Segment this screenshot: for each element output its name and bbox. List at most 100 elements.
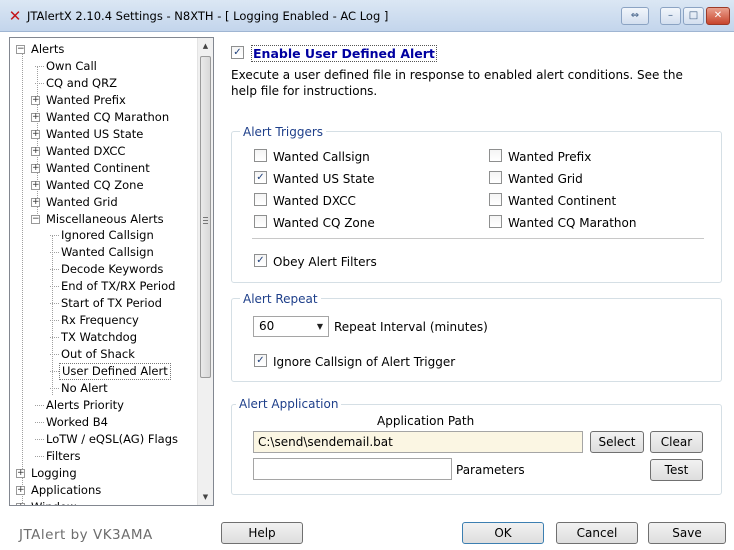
tree-item-no-alert[interactable]: No Alert [10,380,196,397]
wanted-cq-marathon-label: Wanted CQ Marathon [508,216,637,230]
wanted-cq-zone-checkbox[interactable] [254,215,267,228]
tree-item-alerts[interactable]: − Alerts [10,41,196,58]
scroll-down-icon[interactable]: ▼ [198,489,213,505]
expand-icon[interactable]: + [16,502,25,505]
enable-label[interactable]: Enable User Defined Alert [251,45,437,62]
tree-item-alerts-priority[interactable]: Alerts Priority [10,397,196,414]
tree-item-label: Filters [46,448,81,463]
tree-connector [50,337,59,339]
tree-item-tx-watchdog[interactable]: TX Watchdog [10,329,196,346]
tree-item-label: Ignored Callsign [61,228,154,243]
repeat-interval-value: 60 [259,319,275,333]
tree-connector [50,388,59,389]
close-button[interactable]: ✕ [706,7,730,25]
tree-item-label: CQ and QRZ [46,75,117,90]
tree-item-label: Window [29,499,78,505]
maximize-button[interactable]: □ [683,7,704,25]
save-button[interactable]: Save [648,522,726,544]
tree-connector [35,65,44,67]
tree-item-label: Wanted CQ Marathon [46,109,170,124]
tree-item-wanted-us-state[interactable]: + Wanted US State [10,126,196,143]
tree-item-own-call[interactable]: Own Call [10,58,196,75]
settings-tree[interactable]: ▲ ▼ − Alerts Own Call CQ and QRZ + Wanted Pre… [9,37,214,506]
tree-item-wanted-continent[interactable]: + Wanted Continent [10,160,196,177]
parameters-input[interactable] [253,458,452,480]
tree-item-wanted-cq-marathon[interactable]: + Wanted CQ Marathon [10,109,196,126]
tree-connector [35,438,44,440]
tree-item-label: Wanted Callsign [61,245,154,260]
expand-icon[interactable]: + [31,146,40,156]
expand-icon[interactable]: + [31,112,40,122]
repeat-interval-select[interactable]: 60 ▼ [253,316,329,337]
ignore-callsign-checkbox[interactable]: ✓ [254,354,267,367]
tree-item-window[interactable]: + Window [10,499,196,505]
enable-checkbox[interactable]: ✓ [231,46,244,59]
expand-icon[interactable]: + [31,197,40,207]
wanted-us-state-checkbox[interactable]: ✓ [254,171,267,184]
test-button[interactable]: Test [650,459,703,481]
tree-item-wanted-callsign[interactable]: Wanted Callsign [10,244,196,261]
parameters-label: Parameters [456,463,525,477]
tree-item-wanted-prefix[interactable]: + Wanted Prefix [10,92,196,109]
tree-item-lotw-eqsl-ag-flags[interactable]: LoTW / eQSL(AG) Flags [10,431,196,448]
wanted-callsign-label: Wanted Callsign [273,150,370,164]
scroll-thumb[interactable] [200,56,211,378]
obey-filters-checkbox[interactable]: ✓ [254,254,267,267]
wanted-callsign-checkbox[interactable] [254,149,267,162]
clear-button[interactable]: Clear [650,431,703,453]
window-title: JTAlertX 2.10.4 Settings - N8XTH - [ Log… [27,9,389,23]
tree-item-label: Out of Shack [61,347,135,362]
expand-icon[interactable]: + [16,468,25,478]
x-logo-icon: ✕ [8,7,22,25]
tree-item-miscellaneous-alerts[interactable]: − Miscellaneous Alerts [10,211,196,228]
minimize-button[interactable]: – [660,7,681,25]
wanted-cq-zone-label: Wanted CQ Zone [273,216,375,230]
tree-item-wanted-dxcc[interactable]: + Wanted DXCC [10,143,196,160]
collapse-icon[interactable]: − [16,45,25,54]
tree-item-wanted-grid[interactable]: + Wanted Grid [10,194,196,211]
expand-icon[interactable]: + [31,163,40,173]
help-button[interactable]: Help [221,522,303,544]
expand-icon[interactable]: + [16,485,25,495]
tree-item-ignored-callsign[interactable]: Ignored Callsign [10,227,196,244]
tree-item-label: User Defined Alert [59,363,171,381]
collapse-icon[interactable]: − [31,214,40,224]
tree-item-label: Miscellaneous Alerts [46,211,164,226]
scroll-up-icon[interactable]: ▲ [198,38,213,54]
description-text: Execute a user defined file in response … [231,68,683,98]
tree-item-cq-and-qrz[interactable]: CQ and QRZ [10,75,196,92]
tree-item-logging[interactable]: + Logging [10,465,196,482]
tree-scrollbar[interactable]: ▲ ▼ [197,38,213,505]
expand-icon[interactable]: + [31,180,40,190]
restore-icon[interactable]: ⇔ [621,7,649,25]
tree-item-out-of-shack[interactable]: Out of Shack [10,346,196,363]
wanted-continent-checkbox[interactable] [489,193,502,206]
ok-button[interactable]: OK [462,522,544,544]
wanted-cq-marathon-checkbox[interactable] [489,215,502,228]
tree-item-worked-b4[interactable]: Worked B4 [10,414,196,431]
select-button[interactable]: Select [590,431,644,453]
tree-item-wanted-cq-zone[interactable]: + Wanted CQ Zone [10,177,196,194]
application-path-input[interactable]: C:\send\sendemail.bat [253,431,583,453]
expand-icon[interactable]: + [31,95,40,105]
tree-connector [35,455,44,457]
tree-item-rx-frequency[interactable]: Rx Frequency [10,312,196,329]
tree-item-user-defined-alert[interactable]: User Defined Alert [10,363,196,381]
wanted-prefix-checkbox[interactable] [489,149,502,162]
tree-connector [50,235,59,237]
application-path-header: Application Path [377,414,475,428]
expand-icon[interactable]: + [31,129,40,139]
tree-item-start-of-tx-period[interactable]: Start of TX Period [10,295,196,312]
tree-item-label: Rx Frequency [61,313,139,328]
tree-item-label: Wanted Grid [46,194,118,209]
cancel-button[interactable]: Cancel [556,522,638,544]
tree-item-label: No Alert [61,381,108,395]
tree-item-end-of-tx-rx-period[interactable]: End of TX/RX Period [10,278,196,295]
tree-item-label: LoTW / eQSL(AG) Flags [46,431,179,446]
tree-item-decode-keywords[interactable]: Decode Keywords [10,261,196,278]
wanted-grid-checkbox[interactable] [489,171,502,184]
tree-item-filters[interactable]: Filters [10,448,196,465]
tree-item-applications[interactable]: + Applications [10,482,196,499]
wanted-dxcc-label: Wanted DXCC [273,194,356,208]
wanted-dxcc-checkbox[interactable] [254,193,267,206]
